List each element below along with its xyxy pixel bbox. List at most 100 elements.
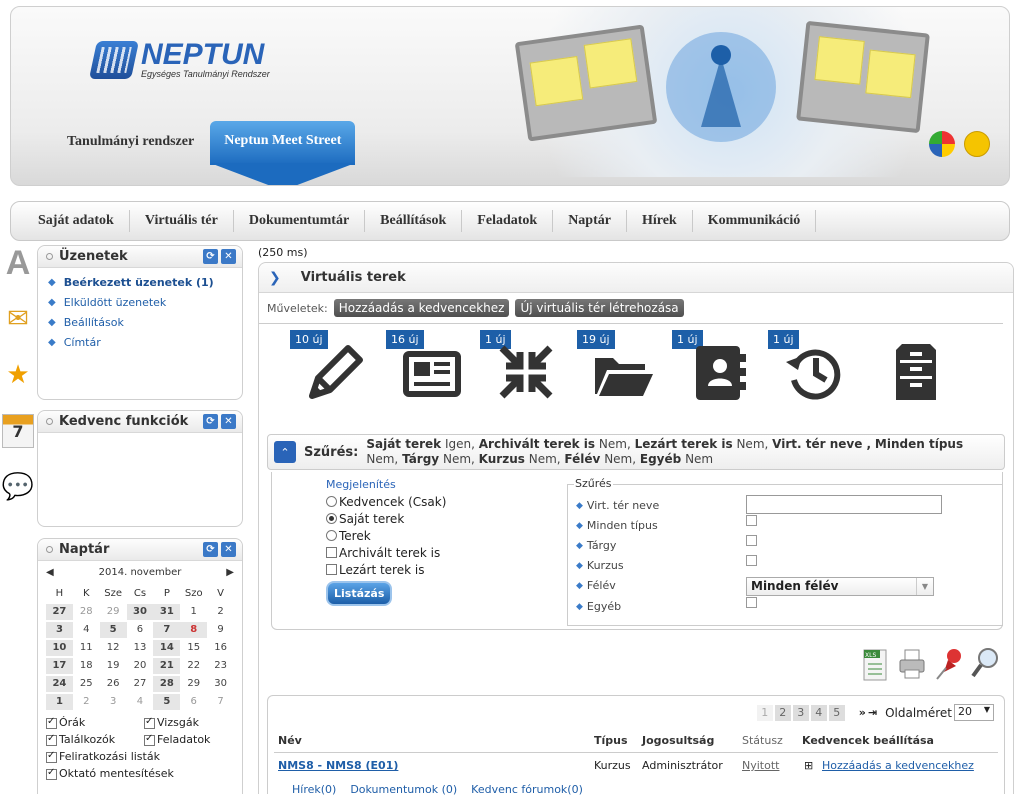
chk-egyeb[interactable] [746, 597, 757, 608]
new-virtual-space-button[interactable]: Új virtuális tér létrehozása [515, 299, 684, 317]
tile-documents[interactable]: 19 új [577, 330, 657, 404]
expand-plus-icon[interactable]: ⊞ [804, 759, 813, 772]
page-3[interactable]: 3 [792, 704, 809, 721]
calendar-day[interactable]: 18 [73, 658, 100, 674]
calendar-day[interactable]: 26 [100, 676, 127, 692]
tile-forum[interactable]: 10 új [290, 330, 370, 404]
msg-settings[interactable]: ◆ Beállítások [48, 316, 242, 329]
calendar-day[interactable]: 24 [46, 676, 73, 692]
col-status[interactable]: Státusz [742, 734, 783, 747]
chk-lezart[interactable]: Lezárt terek is [326, 561, 446, 578]
next-page-icon[interactable]: » [859, 706, 866, 719]
accessibility-icon[interactable] [964, 131, 990, 157]
page-1[interactable]: 1 [756, 704, 773, 721]
color-theme-icon[interactable] [929, 131, 955, 157]
close-icon[interactable]: ✕ [221, 249, 236, 264]
tab-meet-street[interactable]: Neptun Meet Street [210, 121, 356, 165]
collapse-dot-icon[interactable] [46, 418, 53, 425]
calendar-day[interactable]: 6 [127, 622, 154, 638]
chk-feladatok[interactable]: Feladatok [144, 733, 234, 746]
page-5[interactable]: 5 [828, 704, 845, 721]
tile-contacts[interactable]: 1 új [672, 330, 752, 404]
nav-beallitasok[interactable]: Beállítások [365, 210, 463, 232]
tile-news[interactable]: 16 új [386, 330, 466, 404]
nav-hirek[interactable]: Hírek [627, 210, 693, 232]
page-2[interactable]: 2 [774, 704, 791, 721]
chk-orak[interactable]: Órák [46, 716, 85, 729]
sublink-documents[interactable]: Dokumentumok (0) [350, 783, 457, 796]
chk-oktato-mentesitesek[interactable]: Oktató mentesítések [46, 767, 174, 780]
add-favorites-button[interactable]: Hozzáadás a kedvencekhez [333, 299, 510, 317]
calendar-day[interactable]: 6 [180, 694, 207, 710]
calendar-day[interactable]: 16 [207, 640, 234, 656]
col-type[interactable]: Típus [594, 734, 628, 747]
collapse-dot-icon[interactable] [46, 546, 53, 553]
magnifier-icon[interactable] [970, 646, 1000, 686]
calendar-day[interactable]: 4 [127, 694, 154, 710]
tile-archive[interactable] [870, 330, 950, 404]
chk-feliratkozasi[interactable]: Feliratkozási listák [46, 750, 160, 763]
list-button[interactable]: Listázás [326, 581, 393, 606]
next-month-icon[interactable]: ▶ [226, 567, 234, 578]
prev-month-icon[interactable]: ◀ [46, 567, 54, 578]
page-4[interactable]: 4 [810, 704, 827, 721]
calendar-day[interactable]: 25 [73, 676, 100, 692]
chevron-right-icon[interactable]: ❯ [269, 270, 281, 286]
calendar-day[interactable]: 4 [73, 622, 100, 638]
refresh-icon[interactable]: ⟳ [203, 542, 218, 557]
virt-space-name-input[interactable] [746, 495, 942, 514]
calendar-day[interactable]: 28 [153, 676, 181, 692]
calendar-icon[interactable]: 7 [2, 414, 34, 448]
radio-terek[interactable]: Terek [326, 527, 446, 544]
row-name-link[interactable]: NMS8 - NMS8 (E01) [278, 759, 398, 772]
sublink-forums[interactable]: Kedvenc fórumok(0) [471, 783, 583, 796]
calendar-day[interactable]: 10 [46, 640, 73, 656]
calendar-day[interactable]: 17 [46, 658, 73, 674]
calendar-day[interactable]: 30 [126, 604, 154, 620]
calendar-day[interactable]: 7 [153, 622, 181, 638]
chk-targy[interactable] [746, 535, 757, 546]
chk-vizsgak[interactable]: Vizsgák [144, 716, 234, 729]
calendar-day[interactable]: 1 [46, 694, 73, 710]
sublink-news[interactable]: Hírek(0) [292, 783, 336, 796]
chk-archivalt[interactable]: Archivált terek is [326, 544, 446, 561]
msg-addressbook[interactable]: ◆ Címtár [48, 336, 242, 349]
calendar-day[interactable]: 22 [180, 658, 207, 674]
tile-compress[interactable]: 1 új [480, 330, 560, 404]
calendar-day[interactable]: 12 [100, 640, 127, 656]
printer-icon[interactable] [898, 646, 926, 686]
last-page-icon[interactable]: ⇥ [868, 706, 877, 719]
calendar-day[interactable]: 27 [127, 676, 154, 692]
calendar-day[interactable]: 20 [127, 658, 154, 674]
nav-naptar[interactable]: Naptár [553, 210, 627, 232]
calendar-day[interactable]: 5 [99, 622, 127, 638]
calendar-day[interactable]: 1 [180, 604, 207, 620]
col-role[interactable]: Jogosultság [642, 734, 714, 747]
calendar-day[interactable]: 30 [207, 676, 234, 692]
calendar-day[interactable]: 31 [153, 604, 181, 620]
calendar-day[interactable]: 2 [73, 694, 100, 710]
collapse-up-icon[interactable]: ⌃ [274, 441, 296, 463]
close-icon[interactable]: ✕ [221, 542, 236, 557]
calendar-day[interactable]: 19 [100, 658, 127, 674]
tile-history[interactable]: 1 új [768, 330, 848, 404]
export-excel-icon[interactable]: XLS [862, 646, 888, 686]
close-icon[interactable]: ✕ [221, 414, 236, 429]
nav-feladatok[interactable]: Feladatok [462, 210, 554, 232]
calendar-day[interactable]: 23 [207, 658, 234, 674]
chk-talalkozok[interactable]: Találkozók [46, 733, 115, 746]
calendar-day[interactable]: 29 [100, 604, 127, 620]
chat-icon[interactable]: 💬 [2, 470, 34, 504]
row-add-favorites-link[interactable]: Hozzáadás a kedvencekhez [822, 759, 974, 772]
collapse-dot-icon[interactable] [46, 253, 53, 260]
calendar-day[interactable]: 3 [100, 694, 127, 710]
semester-select[interactable]: Minden félév [746, 577, 934, 596]
calendar-day[interactable]: 8 [180, 622, 208, 638]
col-favorites[interactable]: Kedvencek beállítása [802, 734, 934, 747]
calendar-day[interactable]: 7 [207, 694, 234, 710]
envelope-icon[interactable]: ✉ [2, 302, 34, 336]
nav-virtualis-ter[interactable]: Virtuális tér [130, 210, 234, 232]
col-name[interactable]: Név [278, 734, 302, 747]
calendar-day[interactable]: 15 [180, 640, 207, 656]
star-icon[interactable]: ★ [2, 358, 34, 392]
